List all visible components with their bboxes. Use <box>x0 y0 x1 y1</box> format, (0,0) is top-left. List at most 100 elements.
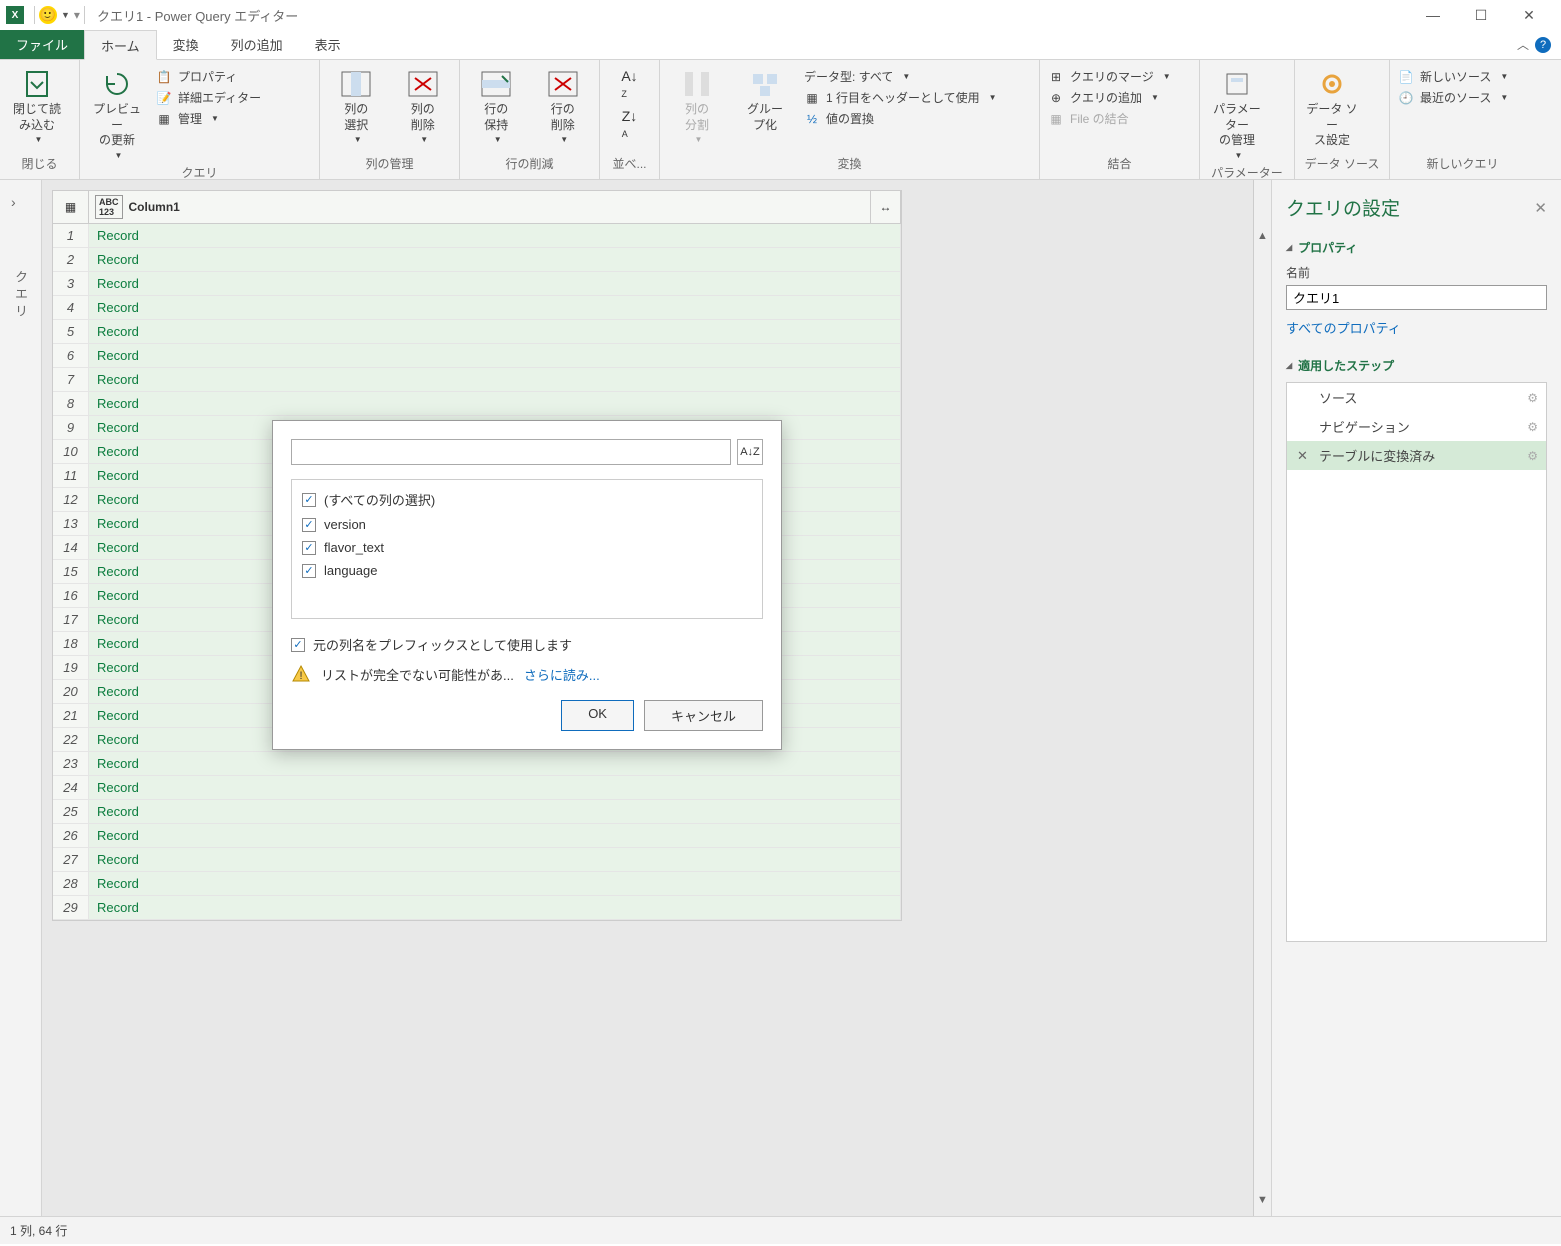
data-type-button[interactable]: データ型: すべて▼ <box>804 68 997 85</box>
advanced-editor-button[interactable]: 📝詳細エディター <box>156 89 261 106</box>
step-navigation[interactable]: ナビゲーション⚙ <box>1287 412 1546 441</box>
cell-value[interactable]: Record <box>89 320 901 343</box>
data-source-settings-button[interactable]: データ ソー ス設定 <box>1303 68 1361 149</box>
help-icon[interactable]: ? <box>1535 37 1551 53</box>
sort-desc-button[interactable]: Z↓A <box>622 108 638 140</box>
table-icon[interactable]: ▦ <box>53 191 89 223</box>
cell-value[interactable]: Record <box>89 800 901 823</box>
column-checkbox-flavor-text[interactable]: ✓flavor_text <box>302 540 752 555</box>
query-name-input[interactable] <box>1286 285 1547 310</box>
table-row[interactable]: 3Record <box>53 272 901 296</box>
manage-parameters-button[interactable]: パラメーター の管理▼ <box>1208 68 1266 161</box>
table-row[interactable]: 2Record <box>53 248 901 272</box>
column-checkbox-language[interactable]: ✓language <box>302 563 752 578</box>
choose-columns-button[interactable]: 列の 選択▼ <box>328 68 385 146</box>
table-row[interactable]: 5Record <box>53 320 901 344</box>
table-row[interactable]: 26Record <box>53 824 901 848</box>
cell-value[interactable]: Record <box>89 824 901 847</box>
status-bar: 1 列, 64 行 <box>0 1216 1561 1244</box>
cancel-button[interactable]: キャンセル <box>644 700 763 731</box>
new-source-button[interactable]: 📄新しいソース▼ <box>1398 68 1508 85</box>
remove-columns-button[interactable]: 列の 削除▼ <box>395 68 452 146</box>
table-row[interactable]: 23Record <box>53 752 901 776</box>
smiley-icon[interactable]: 🙂 <box>39 6 57 24</box>
table-row[interactable]: 6Record <box>53 344 901 368</box>
qat-overflow[interactable]: ▾ <box>74 8 80 22</box>
delete-step-icon[interactable]: ✕ <box>1297 448 1311 464</box>
cell-value[interactable]: Record <box>89 344 901 367</box>
tab-home[interactable]: ホーム <box>84 30 157 60</box>
expand-icon[interactable]: › <box>11 194 30 210</box>
cell-value[interactable]: Record <box>89 392 901 415</box>
properties-section-title[interactable]: プロパティ <box>1286 239 1547 256</box>
gear-icon[interactable]: ⚙ <box>1527 391 1538 405</box>
warning-text: リストが完全でない可能性があ... <box>321 665 514 684</box>
collapse-ribbon-icon[interactable]: ︿ <box>1517 36 1529 53</box>
sort-asc-button[interactable]: A↓Z <box>621 68 637 100</box>
column-checkbox-version[interactable]: ✓version <box>302 517 752 532</box>
table-row[interactable]: 28Record <box>53 872 901 896</box>
step-source[interactable]: ソース⚙ <box>1287 383 1546 412</box>
group-close-label: 閉じる <box>8 152 71 175</box>
tab-file[interactable]: ファイル <box>0 30 84 59</box>
table-row[interactable]: 25Record <box>53 800 901 824</box>
close-button[interactable]: ✕ <box>1515 7 1543 24</box>
ok-button[interactable]: OK <box>561 700 634 731</box>
cell-value[interactable]: Record <box>89 896 901 919</box>
search-input[interactable] <box>291 439 731 465</box>
cell-value[interactable]: Record <box>89 776 901 799</box>
load-more-link[interactable]: さらに読み... <box>524 665 600 684</box>
queries-pane-collapsed[interactable]: › クエリ <box>0 180 42 1216</box>
gear-icon[interactable]: ⚙ <box>1527 449 1538 463</box>
scroll-up-icon[interactable]: ▲ <box>1254 230 1271 242</box>
replace-values-button[interactable]: ½値の置換 <box>804 110 997 127</box>
cell-value[interactable]: Record <box>89 296 901 319</box>
tab-transform[interactable]: 変換 <box>157 30 215 59</box>
keep-rows-button[interactable]: 行の 保持▼ <box>468 68 525 146</box>
applied-steps-title[interactable]: 適用したステップ <box>1286 357 1547 374</box>
use-headers-button[interactable]: ▦1 行目をヘッダーとして使用▼ <box>804 89 997 106</box>
remove-rows-button[interactable]: 行の 削除▼ <box>535 68 592 146</box>
column-header[interactable]: ABC123 Column1 <box>89 191 871 223</box>
qat-dropdown[interactable]: ▼ <box>61 10 70 20</box>
properties-button[interactable]: 📋プロパティ <box>156 68 261 85</box>
refresh-preview-button[interactable]: プレビュー の更新▼ <box>88 68 146 161</box>
all-properties-link[interactable]: すべてのプロパティ <box>1286 318 1547 337</box>
cell-value[interactable]: Record <box>89 848 901 871</box>
close-settings-icon[interactable]: ✕ <box>1534 199 1547 217</box>
append-queries-button[interactable]: ⊕クエリの追加▼ <box>1048 89 1171 106</box>
table-row[interactable]: 8Record <box>53 392 901 416</box>
recent-sources-button[interactable]: 🕘最近のソース▼ <box>1398 89 1508 106</box>
cell-value[interactable]: Record <box>89 224 901 247</box>
table-row[interactable]: 29Record <box>53 896 901 920</box>
cell-value[interactable]: Record <box>89 752 901 775</box>
cell-value[interactable]: Record <box>89 872 901 895</box>
minimize-button[interactable]: — <box>1419 7 1447 24</box>
merge-queries-button[interactable]: ⊞クエリのマージ▼ <box>1048 68 1171 85</box>
sort-button[interactable]: A↓Z <box>737 439 763 465</box>
type-icon[interactable]: ABC123 <box>95 195 123 219</box>
gear-icon[interactable]: ⚙ <box>1527 420 1538 434</box>
select-all-checkbox[interactable]: ✓(すべての列の選択) <box>302 490 752 509</box>
scroll-down-icon[interactable]: ▼ <box>1254 1194 1271 1206</box>
close-load-button[interactable]: 閉じて読 み込む▼ <box>8 68 66 146</box>
vertical-scrollbar[interactable]: ▲ ▼ <box>1253 180 1271 1216</box>
table-row[interactable]: 1Record <box>53 224 901 248</box>
maximize-button[interactable]: ☐ <box>1467 7 1495 24</box>
manage-button[interactable]: ▦管理▼ <box>156 110 261 127</box>
cell-value[interactable]: Record <box>89 272 901 295</box>
table-row[interactable]: 4Record <box>53 296 901 320</box>
cell-value[interactable]: Record <box>89 368 901 391</box>
use-prefix-checkbox[interactable]: ✓元の列名をプレフィックスとして使用します <box>291 635 763 654</box>
settings-title: クエリの設定 <box>1286 194 1400 221</box>
table-row[interactable]: 7Record <box>53 368 901 392</box>
expand-column-button[interactable]: ↔ <box>871 191 901 223</box>
group-by-button[interactable]: グルー プ化 <box>736 68 794 133</box>
step-converted-table[interactable]: ✕テーブルに変換済み⚙ <box>1287 441 1546 470</box>
name-label: 名前 <box>1286 264 1547 281</box>
cell-value[interactable]: Record <box>89 248 901 271</box>
table-row[interactable]: 24Record <box>53 776 901 800</box>
tab-addcolumn[interactable]: 列の追加 <box>215 30 299 59</box>
tab-view[interactable]: 表示 <box>299 30 357 59</box>
table-row[interactable]: 27Record <box>53 848 901 872</box>
